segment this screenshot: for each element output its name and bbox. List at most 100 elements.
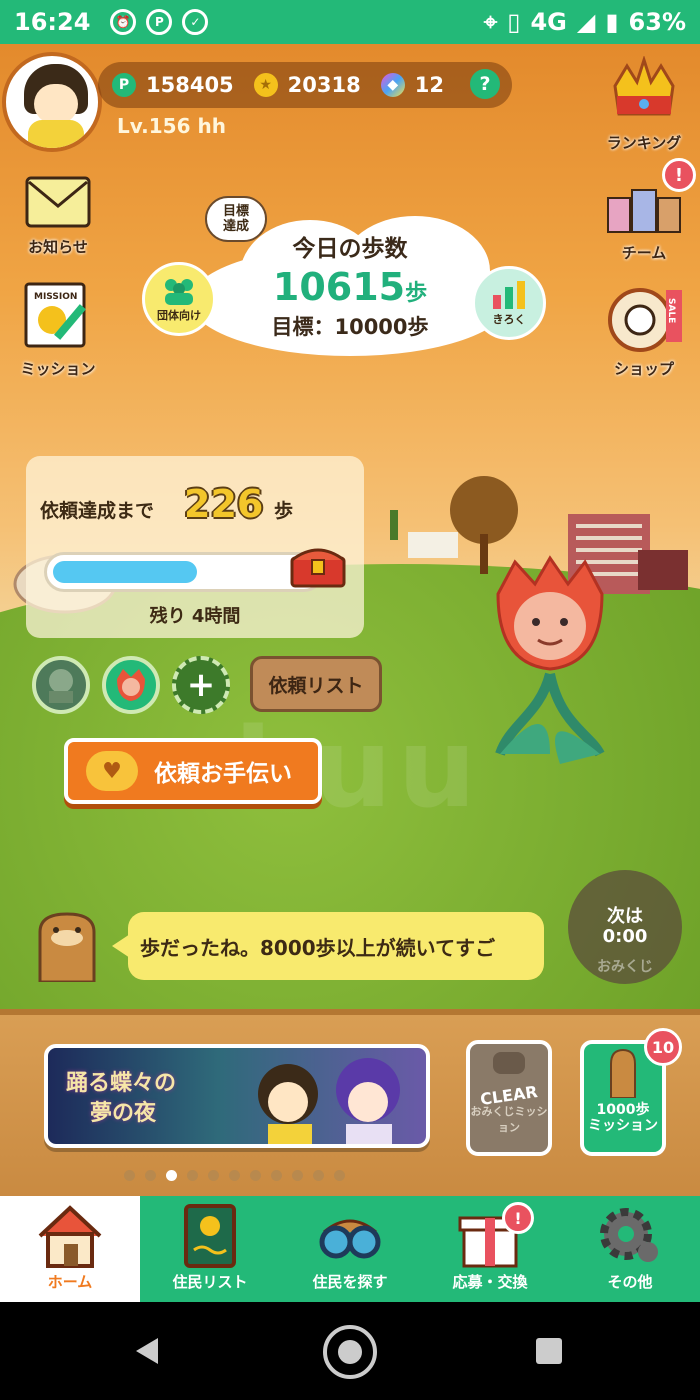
page-dot[interactable] bbox=[250, 1170, 261, 1181]
nav-resident-list[interactable]: 住民リスト bbox=[140, 1196, 280, 1302]
nav-find-residents-label: 住民を探す bbox=[312, 1273, 388, 1291]
user-level: Lv.156 hh bbox=[117, 114, 226, 138]
signal-icon: ◢ bbox=[576, 8, 596, 36]
points-value: 158405 bbox=[146, 73, 234, 97]
steps-value: 10615 bbox=[272, 265, 406, 309]
page-dot[interactable] bbox=[187, 1170, 198, 1181]
nav-apply-exchange[interactable]: ! 応募・交換 bbox=[420, 1196, 560, 1302]
nav-other[interactable]: その他 bbox=[560, 1196, 700, 1302]
omikuji-timer: 0:00 bbox=[602, 926, 648, 947]
record-button[interactable]: きろく bbox=[472, 266, 546, 340]
page-dot[interactable] bbox=[208, 1170, 219, 1181]
page-dot[interactable] bbox=[145, 1170, 156, 1181]
speech-bubble[interactable]: 歩だったね。8000歩以上が続いてすご bbox=[128, 912, 544, 980]
p-app-icon: P bbox=[146, 9, 173, 35]
home-nav-icon[interactable] bbox=[320, 1322, 380, 1382]
mission-label: ミッション bbox=[20, 360, 96, 378]
shop-button[interactable]: SALE ショップ bbox=[594, 282, 694, 379]
add-resident-button[interactable]: + bbox=[172, 656, 230, 714]
record-button-label: きろく bbox=[492, 313, 526, 326]
status-time: 16:24 bbox=[14, 8, 91, 36]
request-list-button[interactable]: 依頼リスト bbox=[250, 656, 382, 712]
request-unit: 歩 bbox=[274, 500, 294, 522]
alarm-icon: ⏰ bbox=[110, 9, 137, 35]
omikuji-next: 次は bbox=[607, 906, 643, 927]
bar-chart-icon bbox=[493, 281, 525, 309]
otter-icon bbox=[610, 1048, 636, 1099]
nav-home-label: ホーム bbox=[47, 1273, 93, 1291]
coins-value: 20318 bbox=[287, 73, 361, 97]
nav-apply-exchange-label: 応募・交換 bbox=[452, 1273, 528, 1291]
recents-icon[interactable] bbox=[534, 1336, 566, 1368]
request-time-left: 残り 4時間 bbox=[149, 606, 241, 627]
status-bar: 16:24 ⏰ P ✓ ⌖ ▯ 4G ◢ ▮ 63% bbox=[0, 0, 700, 44]
shop-label: ショップ bbox=[613, 360, 674, 378]
thousand-step-line1: 1000歩 bbox=[596, 1102, 650, 1118]
resident-slot-1[interactable] bbox=[32, 656, 90, 714]
currency-bar: P 158405 ★ 20318 ◆ 12 bbox=[98, 62, 512, 108]
battery-percent: 63% bbox=[628, 8, 686, 36]
event-banner[interactable]: 踊る蝶々の 夢の夜 bbox=[44, 1044, 430, 1148]
clear-mission-card[interactable]: CLEAR おみくじミッション bbox=[466, 1040, 552, 1156]
group-button[interactable]: 団体向け bbox=[142, 262, 216, 336]
team-button[interactable]: チーム bbox=[594, 184, 694, 263]
book-icon bbox=[184, 1204, 236, 1268]
chat-bubble-icon bbox=[493, 1052, 525, 1074]
resident-slot-2[interactable] bbox=[102, 656, 160, 714]
group-icon bbox=[165, 279, 193, 305]
battery-icon: ▮ bbox=[605, 8, 619, 36]
coin-icon: ★ bbox=[253, 73, 278, 97]
page-dot[interactable] bbox=[292, 1170, 303, 1181]
request-progress-fill bbox=[53, 561, 197, 583]
page-dot[interactable] bbox=[229, 1170, 240, 1181]
ranking-label: ランキング bbox=[606, 134, 682, 152]
nav-home[interactable]: ホーム bbox=[0, 1196, 140, 1302]
tulip-resident-avatar bbox=[117, 669, 145, 701]
request-panel: 依頼達成まで 226 歩 残り 4時間 bbox=[26, 456, 364, 638]
nav-find-residents[interactable]: 住民を探す bbox=[280, 1196, 420, 1302]
mission-card-text: MISSION bbox=[34, 292, 78, 302]
points-icon: P bbox=[112, 73, 136, 97]
page-dot[interactable] bbox=[334, 1170, 345, 1181]
omikuji-button[interactable]: 次は 0:00 おみくじ bbox=[568, 870, 682, 984]
help-button[interactable]: ? bbox=[470, 69, 500, 99]
gem-icon: ◆ bbox=[380, 73, 405, 97]
network-type: 4G bbox=[530, 8, 567, 36]
vibrate-icon: ▯ bbox=[507, 8, 521, 36]
envelope-icon bbox=[25, 176, 91, 228]
back-icon[interactable] bbox=[130, 1334, 164, 1368]
system-nav-bar bbox=[0, 1302, 700, 1400]
sale-tag: SALE bbox=[666, 298, 676, 324]
request-progress-bar bbox=[44, 552, 324, 592]
help-request-button[interactable]: ♥ 依頼お手伝い bbox=[64, 738, 322, 804]
binoculars-icon bbox=[319, 1219, 381, 1259]
resident-avatar bbox=[49, 669, 73, 703]
handshake-icon: ♥ bbox=[86, 751, 138, 791]
location-icon: ⌖ bbox=[483, 8, 498, 36]
user-avatar[interactable] bbox=[2, 52, 102, 152]
group-button-label: 団体向け bbox=[157, 309, 201, 322]
ranking-button[interactable]: ランキング bbox=[594, 55, 694, 153]
page-dot-active[interactable] bbox=[166, 1170, 177, 1181]
notice-button[interactable]: お知らせ bbox=[8, 174, 108, 257]
page-dot[interactable] bbox=[271, 1170, 282, 1181]
omikuji-label: おみくじ bbox=[597, 959, 653, 975]
tulip-character bbox=[495, 555, 605, 764]
otter-character bbox=[38, 912, 96, 982]
gems-value: 12 bbox=[414, 73, 444, 97]
crown-icon bbox=[613, 55, 675, 116]
mission-count-badge: 10 bbox=[644, 1028, 682, 1066]
request-remaining-steps: 226 bbox=[184, 482, 264, 526]
page-dot[interactable] bbox=[124, 1170, 135, 1181]
gear-icon bbox=[600, 1208, 658, 1262]
shield-icon: ✓ bbox=[182, 9, 209, 35]
nav-other-label: その他 bbox=[607, 1273, 653, 1291]
bottom-nav: ホーム 住民リスト 住民を探す ! 応募・交換 その他 bbox=[0, 1196, 700, 1302]
page-dot[interactable] bbox=[313, 1170, 324, 1181]
banner-characters bbox=[258, 1058, 400, 1144]
steps-title: 今日の歩数 bbox=[292, 236, 408, 262]
mission-card-icon bbox=[24, 282, 86, 348]
mission-button[interactable]: MISSION ミッション bbox=[8, 280, 108, 379]
thousand-step-line2: ミッション bbox=[588, 1118, 658, 1134]
notice-label: お知らせ bbox=[28, 238, 88, 256]
